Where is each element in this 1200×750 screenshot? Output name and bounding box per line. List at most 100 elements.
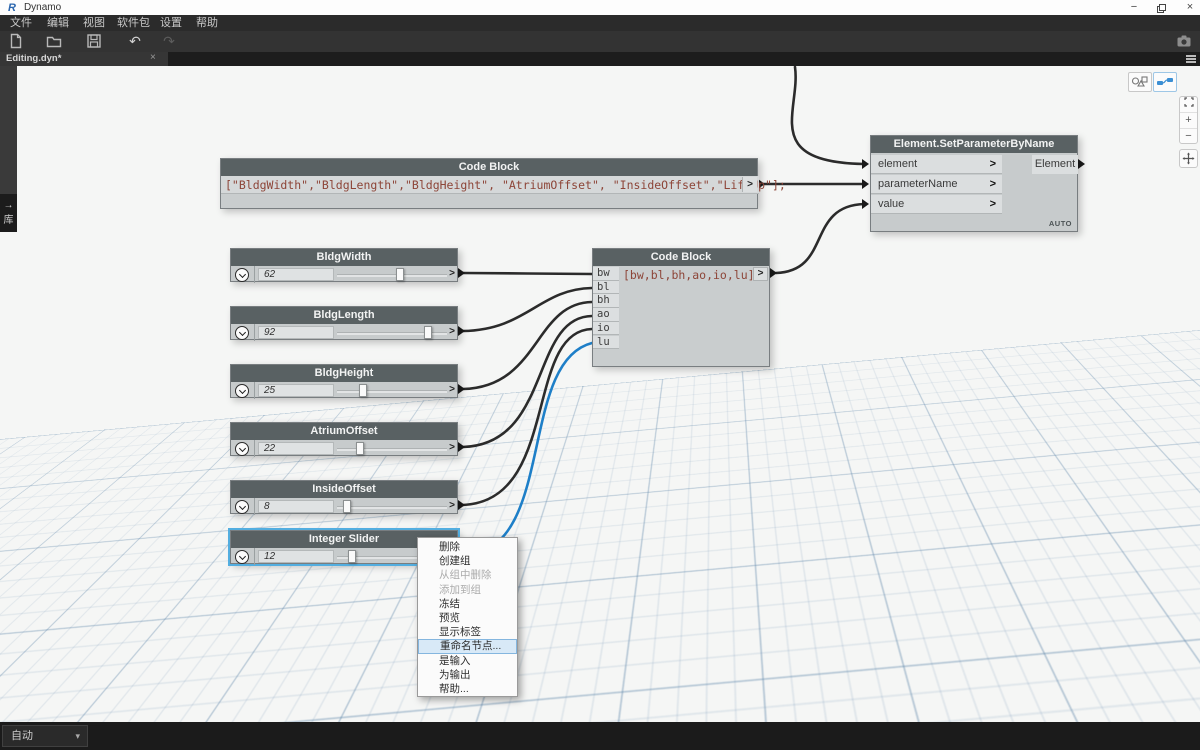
slider-handle[interactable] <box>348 550 357 563</box>
slider-expand-button[interactable] <box>231 498 255 515</box>
wire-list-to-value[interactable] <box>774 202 866 275</box>
context-menu-item[interactable]: 删除 <box>418 540 517 554</box>
input-port-ao[interactable]: ao <box>593 308 619 322</box>
node-slider-insideoffset[interactable]: InsideOffset 8 > <box>230 480 458 515</box>
output-port[interactable]: > <box>742 177 757 192</box>
slider-track[interactable] <box>337 505 447 509</box>
tab-close-icon[interactable]: × <box>150 52 156 63</box>
node-title[interactable]: BldgHeight <box>231 365 457 382</box>
wire-bldgheight-to-bh[interactable] <box>461 300 594 391</box>
close-button[interactable]: × <box>1176 0 1200 15</box>
input-port-value[interactable]: value > <box>871 195 1002 214</box>
context-menu-item[interactable]: 是输入 <box>418 654 517 668</box>
node-title[interactable]: AtriumOffset <box>231 423 457 440</box>
context-menu-item[interactable]: 为输出 <box>418 668 517 682</box>
context-menu-item[interactable]: 显示标签 <box>418 625 517 639</box>
menu-2[interactable]: 编辑 <box>47 15 69 31</box>
zoom-out-button[interactable]: − <box>1180 129 1197 145</box>
input-port-bl[interactable]: bl <box>593 280 619 295</box>
context-menu-item[interactable]: 创建组 <box>418 554 517 568</box>
toggle-graph-view-button[interactable] <box>1153 72 1177 92</box>
output-port-element[interactable]: Element <box>1032 155 1078 174</box>
slider-output-port[interactable]: > <box>449 384 455 395</box>
chevron-glyph <box>239 444 247 452</box>
node-slider-bldglength[interactable]: BldgLength 92 > <box>230 306 458 341</box>
slider-output-port[interactable]: > <box>449 442 455 453</box>
context-menu-item[interactable]: 预览 <box>418 611 517 625</box>
save-icon[interactable] <box>86 33 104 50</box>
slider-output-port[interactable]: > <box>449 326 455 337</box>
undo-icon[interactable]: ↶ <box>126 33 144 50</box>
node-slider-bldgheight[interactable]: BldgHeight 25 > <box>230 364 458 399</box>
slider-handle[interactable] <box>359 384 368 397</box>
slider-value-input[interactable]: 25 <box>258 384 334 397</box>
input-port-io[interactable]: io <box>593 321 619 336</box>
node-title[interactable]: BldgWidth <box>231 249 457 266</box>
input-port-lu[interactable]: lu <box>593 335 619 350</box>
export-image-camera-icon[interactable] <box>1176 33 1194 50</box>
menu-4[interactable]: 软件包 <box>117 15 150 31</box>
node-title[interactable]: BldgLength <box>231 307 457 324</box>
input-port-element[interactable]: element > <box>871 155 1002 174</box>
node-title[interactable]: Code Block <box>593 249 769 266</box>
graph-canvas[interactable]: → 库 Code Block ["BldgWidth","BldgLength"… <box>0 66 1200 722</box>
slider-value-input[interactable]: 62 <box>258 268 334 281</box>
node-set-parameter-by-name[interactable]: Element.SetParameterByName element > param… <box>870 135 1078 232</box>
menu-3[interactable]: 视图 <box>83 15 105 31</box>
slider-value-input[interactable]: 22 <box>258 442 334 455</box>
wire-bldglength-to-bl[interactable] <box>461 286 594 333</box>
menu-6[interactable]: 帮助 <box>196 15 218 31</box>
slider-handle[interactable] <box>343 500 352 513</box>
slider-expand-button[interactable] <box>231 440 255 457</box>
slider-output-port[interactable]: > <box>449 268 455 279</box>
open-file-icon[interactable] <box>46 33 64 50</box>
slider-value-input[interactable]: 92 <box>258 326 334 339</box>
slider-value-input[interactable]: 8 <box>258 500 334 513</box>
pan-button[interactable] <box>1179 149 1198 168</box>
slider-handle[interactable] <box>423 326 432 339</box>
input-port-bw[interactable]: bw <box>593 267 619 281</box>
run-mode-dropdown[interactable]: 自动 ▾ <box>2 725 88 747</box>
input-port-bh[interactable]: bh <box>593 294 619 309</box>
slider-expand-button[interactable] <box>231 324 255 341</box>
fit-view-button[interactable] <box>1180 97 1197 113</box>
input-port-parameterName[interactable]: parameterName > <box>871 175 1002 194</box>
slider-expand-button[interactable] <box>231 266 255 283</box>
slider-handle[interactable] <box>396 268 405 281</box>
tab-editing-dyn[interactable]: Editing.dyn* × <box>0 52 168 66</box>
minimize-button[interactable]: − <box>1120 0 1148 15</box>
node-code-block-strings[interactable]: Code Block ["BldgWidth","BldgLength","Bl… <box>220 158 786 209</box>
tab-list-icon[interactable] <box>1186 55 1196 64</box>
slider-expand-button[interactable] <box>231 548 255 565</box>
zoom-in-button[interactable]: + <box>1180 113 1197 129</box>
node-slider-bldgwidth[interactable]: BldgWidth 62 > <box>230 248 458 283</box>
menu-5[interactable]: 设置 <box>160 15 182 31</box>
wire-to-element[interactable] <box>790 66 866 166</box>
wire-bldgwidth-to-bw[interactable] <box>461 271 594 276</box>
toggle-geometry-view-button[interactable] <box>1128 72 1152 92</box>
chevron-down-icon <box>235 441 249 456</box>
slider-handle[interactable] <box>356 442 365 455</box>
node-title[interactable]: InsideOffset <box>231 481 457 498</box>
new-file-icon[interactable] <box>8 33 26 50</box>
code-editor[interactable]: ["BldgWidth","BldgLength","BldgHeight", … <box>221 176 786 194</box>
node-slider-atriumoffset[interactable]: AtriumOffset 22 > <box>230 422 458 457</box>
restore-button[interactable] <box>1148 0 1176 15</box>
slider-output-port[interactable]: > <box>449 500 455 511</box>
lacing-badge[interactable]: AUTO <box>1049 219 1072 228</box>
slider-track[interactable] <box>337 273 447 277</box>
slider-value-input[interactable]: 12 <box>258 550 334 563</box>
redo-icon[interactable]: ↷ <box>160 33 178 50</box>
context-menu-item[interactable]: 冻结 <box>418 597 517 611</box>
slider-track[interactable] <box>337 447 447 451</box>
slider-track[interactable] <box>337 389 447 393</box>
node-title[interactable]: Code Block <box>221 159 757 176</box>
context-menu-item[interactable]: 重命名节点... <box>418 639 517 654</box>
library-expand-tab[interactable]: → 库 <box>0 194 17 232</box>
context-menu-item[interactable]: 帮助... <box>418 682 517 696</box>
menu-1[interactable]: 文件 <box>10 15 32 31</box>
node-title[interactable]: Element.SetParameterByName <box>871 136 1077 153</box>
node-code-block-list[interactable]: Code Block bw bl bh ao io lu [bw,bl,bh,ao,io,… <box>592 248 770 367</box>
output-port[interactable]: > <box>753 267 768 281</box>
slider-expand-button[interactable] <box>231 382 255 399</box>
